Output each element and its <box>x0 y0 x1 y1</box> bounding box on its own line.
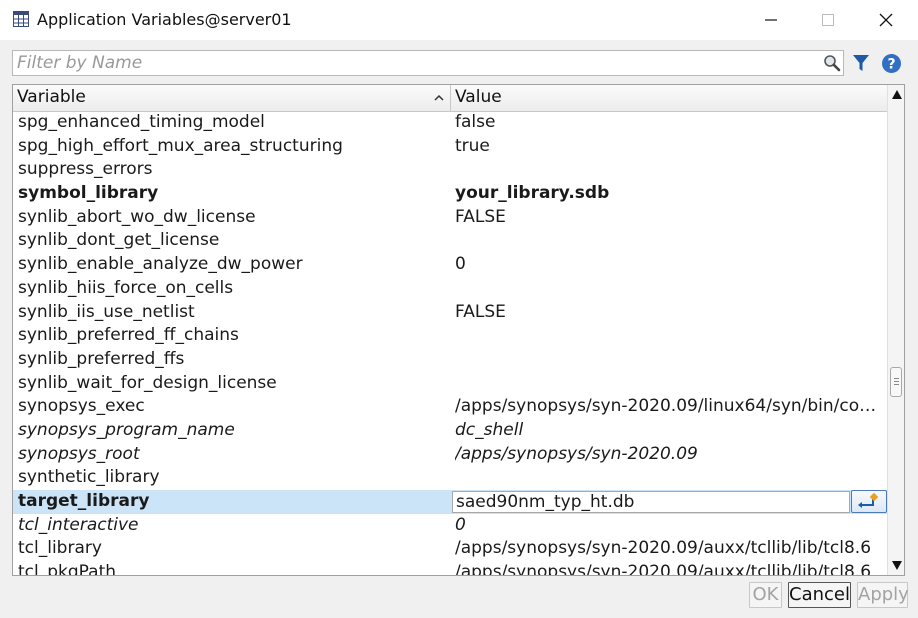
table-row[interactable]: synlib_preferred_ff_chains <box>13 324 887 348</box>
variable-name-cell: synlib_iis_use_netlist <box>18 301 195 322</box>
svg-text:?: ? <box>887 57 895 73</box>
value-browse-button[interactable] <box>851 490 887 513</box>
title-bar: Application Variables@server01 <box>0 0 918 40</box>
help-icon[interactable]: ? <box>881 53 902 74</box>
scrollbar-thumb[interactable] <box>890 367 902 397</box>
table-row[interactable]: synlib_dont_get_license <box>13 229 887 253</box>
table-row[interactable]: synlib_abort_wo_dw_license FALSE <box>13 206 887 230</box>
variable-name-cell: symbol_library <box>18 183 159 204</box>
table-row[interactable]: synlib_wait_for_design_license <box>13 372 887 396</box>
variable-name-cell: synlib_dont_get_license <box>18 230 220 251</box>
table-row[interactable]: synopsys_program_name dc_shell <box>13 419 887 443</box>
table-row[interactable]: tcl_library/apps/synopsys/syn-2020.09/au… <box>13 537 887 561</box>
table-row[interactable]: synopsys_root/apps/synopsys/syn-2020.09 <box>13 443 887 467</box>
scroll-down-arrow-icon[interactable] <box>892 561 902 570</box>
variable-name-cell: synthetic_library <box>18 467 160 488</box>
variable-name-cell: spg_high_effort_mux_area_structuring <box>18 135 343 156</box>
search-icon[interactable] <box>823 54 841 72</box>
sort-ascending-icon <box>434 94 444 101</box>
table-row[interactable]: synthetic_library <box>13 466 887 490</box>
variable-name-cell: tcl_library <box>18 538 102 559</box>
variable-name-cell: synlib_abort_wo_dw_license <box>18 206 256 227</box>
ok-button[interactable]: OK <box>749 582 782 608</box>
variable-value-cell: dc_shell <box>455 419 524 440</box>
table-row[interactable]: synlib_iis_use_netlist FALSE <box>13 301 887 325</box>
variable-name-cell: tcl_pkgPath <box>18 562 117 576</box>
column-header-label: Variable <box>17 87 86 107</box>
maximize-icon <box>822 14 834 26</box>
variable-name-cell: synlib_hiis_force_on_cells <box>18 277 234 298</box>
apply-button[interactable]: Apply <box>857 582 909 608</box>
variable-value-cell: /apps/synopsys/syn-2020.09/auxx/tcllib/l… <box>455 562 872 576</box>
variable-name-cell: target_library <box>18 491 150 511</box>
cancel-button[interactable]: Cancel <box>788 582 851 608</box>
column-header-variable[interactable]: Variable <box>13 85 451 111</box>
variable-value-cell: /apps/synopsys/syn-2020.09/auxx/tcllib/l… <box>455 538 872 559</box>
variable-value-cell: FALSE <box>455 206 506 227</box>
variable-name-cell: spg_enhanced_timing_model <box>18 112 265 132</box>
vertical-scrollbar[interactable] <box>887 85 904 575</box>
table-row[interactable]: synlib_preferred_ffs <box>13 348 887 372</box>
funnel-icon[interactable] <box>851 53 871 73</box>
variable-value-cell: 0 <box>455 254 466 275</box>
value-edit-field[interactable]: saed90nm_typ_ht.db <box>452 491 850 513</box>
table-row[interactable]: tcl_interactive 0 <box>13 514 887 538</box>
variable-name-cell: suppress_errors <box>18 159 153 180</box>
variable-name-cell: tcl_interactive <box>18 514 139 535</box>
table-row[interactable]: spg_enhanced_timing_model false <box>13 111 887 135</box>
column-header-label: Value <box>455 87 502 107</box>
table-body: spg_enhanced_timing_model false spg_high_e… <box>13 111 887 576</box>
variable-value-cell: true <box>455 135 490 156</box>
edit-value-icon <box>858 492 879 508</box>
variable-name-cell: synopsys_root <box>18 443 140 464</box>
table-row[interactable]: target_library saed90nm_typ_ht.db <box>13 490 887 514</box>
variable-value-cell: /apps/synopsys/syn-2020.09 <box>455 443 698 464</box>
table-header: Variable Value <box>13 85 887 112</box>
variable-value-cell: FALSE <box>455 301 506 322</box>
maximize-button[interactable] <box>800 0 856 40</box>
variable-value-cell: /apps/synopsys/syn-2020.09/linux64/syn/b… <box>455 396 885 417</box>
variable-value-cell: your_library.sdb <box>455 183 610 204</box>
scroll-up-arrow-icon[interactable] <box>892 90 902 99</box>
table-row[interactable]: spg_high_effort_mux_area_structuring true <box>13 135 887 159</box>
table-row[interactable]: synopsys_exec/apps/synopsys/syn-2020.09/… <box>13 395 887 419</box>
close-button[interactable] <box>858 0 914 40</box>
variable-name-cell: synlib_wait_for_design_license <box>18 372 277 393</box>
minimize-button[interactable] <box>743 0 799 40</box>
variable-name-cell: synopsys_program_name <box>18 419 235 440</box>
table-row[interactable]: symbol_library your_library.sdb <box>13 182 887 206</box>
table-row[interactable]: synlib_enable_analyze_dw_power 0 <box>13 253 887 277</box>
minimize-icon <box>765 19 777 21</box>
variable-value-cell: false <box>455 112 496 132</box>
close-icon <box>879 13 893 27</box>
table-row[interactable]: suppress_errors <box>13 158 887 182</box>
variable-value-cell: 0 <box>455 514 466 535</box>
variable-name-cell: synlib_preferred_ff_chains <box>18 325 239 346</box>
variable-name-cell: synopsys_exec <box>18 396 145 417</box>
variable-name-cell: synlib_enable_analyze_dw_power <box>18 254 303 275</box>
filter-box <box>12 50 844 76</box>
window-title: Application Variables@server01 <box>37 10 292 29</box>
table-row[interactable]: synlib_hiis_force_on_cells <box>13 277 887 301</box>
column-header-value[interactable]: Value <box>451 85 887 111</box>
variables-table: Variable Value spg_enhanced_timing_model… <box>12 84 905 576</box>
filter-input[interactable] <box>17 52 817 74</box>
variable-name-cell: synlib_preferred_ffs <box>18 348 185 369</box>
table-grid-icon <box>13 11 29 27</box>
table-row[interactable]: tcl_pkgPath/apps/synopsys/syn-2020.09/au… <box>13 561 887 576</box>
